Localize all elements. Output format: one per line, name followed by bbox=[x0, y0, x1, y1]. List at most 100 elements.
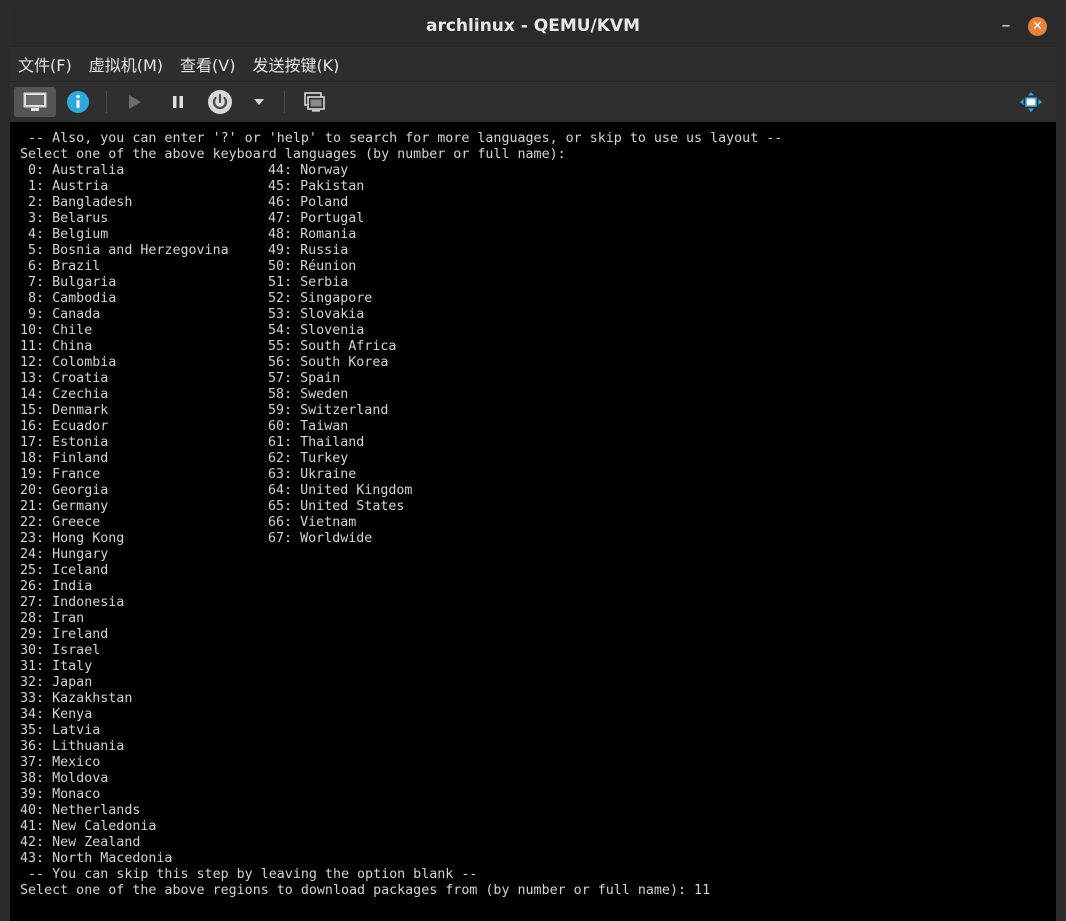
region-option: 39: Monaco bbox=[20, 787, 101, 802]
region-option: 20: Georgia bbox=[20, 483, 109, 498]
menu-bar: 文件(F) 虚拟机(M) 查看(V) 发送按键(K) bbox=[10, 47, 1056, 82]
region-option: 45: Pakistan bbox=[268, 179, 365, 194]
play-icon bbox=[129, 95, 141, 109]
header-line-1: -- Also, you can enter '?' or 'help' to … bbox=[20, 131, 783, 146]
region-option: 13: Croatia bbox=[20, 371, 109, 386]
region-option: 65: United States bbox=[268, 499, 405, 514]
pause-button[interactable] bbox=[164, 89, 192, 115]
pause-icon bbox=[173, 96, 183, 108]
region-option: 10: Chile bbox=[20, 323, 93, 338]
prompt-line: Select one of the above regions to downl… bbox=[20, 883, 710, 899]
minimize-button[interactable]: – bbox=[996, 16, 1016, 36]
region-option: 63: Ukraine bbox=[268, 467, 357, 482]
region-option: 33: Kazakhstan bbox=[20, 691, 133, 706]
snapshots-button[interactable] bbox=[300, 89, 328, 115]
power-icon bbox=[208, 90, 232, 114]
region-option: 58: Sweden bbox=[268, 387, 349, 402]
region-option: 26: India bbox=[20, 579, 93, 594]
region-option: 32: Japan bbox=[20, 675, 93, 690]
region-option: 55: South Africa bbox=[268, 339, 397, 354]
region-option: 25: Iceland bbox=[20, 563, 109, 578]
region-option: 29: Ireland bbox=[20, 627, 109, 642]
close-button[interactable]: ✕ bbox=[1028, 17, 1047, 36]
vm-console[interactable]: -- Also, you can enter '?' or 'help' to … bbox=[10, 122, 1056, 921]
region-option: 36: Lithuania bbox=[20, 739, 125, 754]
region-option: 7: Bulgaria bbox=[20, 275, 117, 290]
region-option: 64: United Kingdom bbox=[268, 483, 413, 498]
prompt-text: Select one of the above regions to downl… bbox=[20, 883, 695, 898]
shutdown-menu-button[interactable] bbox=[248, 89, 270, 115]
toolbar-separator bbox=[106, 91, 107, 113]
menu-vm[interactable]: 虚拟机(M) bbox=[89, 52, 163, 76]
region-option: 38: Moldova bbox=[20, 771, 109, 786]
region-option: 43: North Macedonia bbox=[20, 851, 173, 866]
region-option: 8: Cambodia bbox=[20, 291, 117, 306]
region-option: 30: Israel bbox=[20, 643, 101, 658]
details-view-button[interactable] bbox=[64, 89, 92, 115]
menu-view[interactable]: 查看(V) bbox=[180, 52, 235, 76]
region-option: 44: Norway bbox=[268, 163, 349, 178]
region-option: 52: Singapore bbox=[268, 291, 373, 306]
region-option: 56: South Korea bbox=[268, 355, 389, 370]
region-option: 60: Taiwan bbox=[268, 419, 349, 434]
region-option: 27: Indonesia bbox=[20, 595, 125, 610]
dropdown-icon bbox=[254, 99, 264, 105]
region-option: 23: Hong Kong bbox=[20, 531, 125, 546]
region-option: 1: Austria bbox=[20, 179, 109, 194]
region-option: 66: Vietnam bbox=[268, 515, 357, 530]
region-option: 22: Greece bbox=[20, 515, 101, 530]
region-option: 9: Canada bbox=[20, 307, 101, 322]
region-option: 11: China bbox=[20, 339, 93, 354]
fullscreen-icon bbox=[1020, 92, 1042, 112]
fullscreen-button[interactable] bbox=[1017, 89, 1045, 115]
region-option: 12: Colombia bbox=[20, 355, 117, 370]
region-option: 40: Netherlands bbox=[20, 803, 141, 818]
region-option: 37: Mexico bbox=[20, 755, 101, 770]
region-option: 41: New Caledonia bbox=[20, 819, 157, 834]
region-option: 4: Belgium bbox=[20, 227, 109, 242]
region-option: 3: Belarus bbox=[20, 211, 109, 226]
region-list-left: 0: Australia 1: Austria 2: Bangladesh 3:… bbox=[20, 163, 229, 867]
monitor-icon bbox=[23, 92, 47, 111]
prompt-input[interactable]: 11 bbox=[694, 883, 710, 898]
region-option: 2: Bangladesh bbox=[20, 195, 133, 210]
region-option: 47: Portugal bbox=[268, 211, 365, 226]
region-option: 49: Russia bbox=[268, 243, 349, 258]
header-line-2: Select one of the above keyboard languag… bbox=[20, 147, 566, 162]
region-option: 0: Australia bbox=[20, 163, 125, 178]
region-option: 18: Finland bbox=[20, 451, 109, 466]
run-button[interactable] bbox=[120, 89, 148, 115]
region-option: 62: Turkey bbox=[268, 451, 349, 466]
title-bar[interactable]: archlinux - QEMU/KVM – ✕ bbox=[10, 8, 1056, 47]
toolbar-separator bbox=[284, 91, 285, 113]
region-option: 34: Kenya bbox=[20, 707, 93, 722]
region-option: 50: Réunion bbox=[268, 259, 357, 274]
console-view-button[interactable] bbox=[14, 87, 56, 117]
screenshot-icon bbox=[304, 92, 325, 112]
region-option: 31: Italy bbox=[20, 659, 93, 674]
region-option: 35: Latvia bbox=[20, 723, 101, 738]
region-option: 54: Slovenia bbox=[268, 323, 365, 338]
info-icon bbox=[67, 91, 89, 113]
region-option: 46: Poland bbox=[268, 195, 349, 210]
region-option: 59: Switzerland bbox=[268, 403, 389, 418]
region-option: 6: Brazil bbox=[20, 259, 101, 274]
region-option: 48: Romania bbox=[268, 227, 357, 242]
window-title: archlinux - QEMU/KVM bbox=[426, 16, 640, 36]
footer-line-1: -- You can skip this step by leaving the… bbox=[20, 867, 478, 882]
region-option: 19: France bbox=[20, 467, 101, 482]
shutdown-button[interactable] bbox=[206, 89, 234, 115]
region-option: 14: Czechia bbox=[20, 387, 109, 402]
region-option: 51: Serbia bbox=[268, 275, 349, 290]
region-option: 67: Worldwide bbox=[268, 531, 373, 546]
region-option: 17: Estonia bbox=[20, 435, 109, 450]
region-option: 24: Hungary bbox=[20, 547, 109, 562]
region-option: 42: New Zealand bbox=[20, 835, 141, 850]
region-option: 5: Bosnia and Herzegovina bbox=[20, 243, 229, 258]
region-option: 61: Thailand bbox=[268, 435, 365, 450]
toolbar bbox=[10, 82, 1056, 123]
qemu-window: archlinux - QEMU/KVM – ✕ 文件(F) 虚拟机(M) 查看… bbox=[10, 8, 1056, 921]
region-list-right: 44: Norway 45: Pakistan 46: Poland 47: Port… bbox=[268, 163, 412, 547]
menu-send-key[interactable]: 发送按键(K) bbox=[252, 52, 339, 76]
menu-file[interactable]: 文件(F) bbox=[18, 52, 72, 76]
